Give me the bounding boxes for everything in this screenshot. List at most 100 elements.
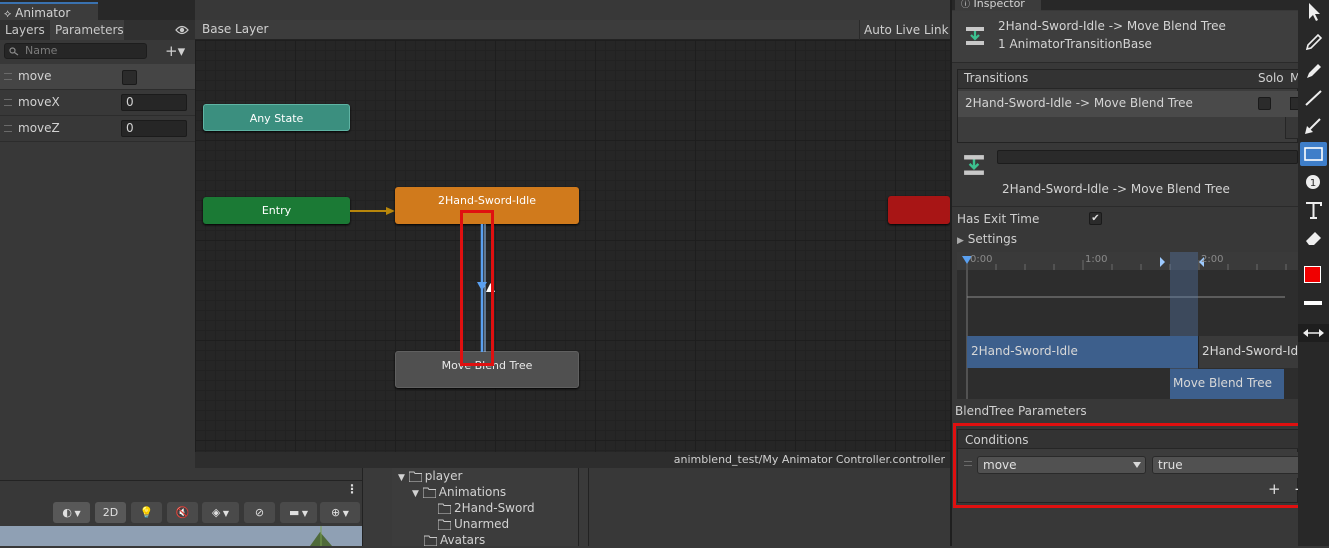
eye-slash-icon: ⊘ <box>254 506 265 519</box>
divider <box>952 206 1298 207</box>
controller-path: animblend_test/My Animator Controller.co… <box>673 453 945 466</box>
node-exit[interactable] <box>888 196 950 224</box>
marker-tool-button[interactable] <box>1300 58 1327 82</box>
parameter-bool-checkbox[interactable] <box>122 70 137 85</box>
gizmo-icon: ⊕ <box>331 506 341 519</box>
panel-divider <box>362 468 392 546</box>
chevron-down-icon: ▼ <box>340 509 349 518</box>
expand-toolbar-button[interactable] <box>1298 324 1329 342</box>
tree-item-animations[interactable]: ▼ Animations <box>392 484 578 500</box>
add-parameter-button[interactable]: +▾ <box>165 42 185 60</box>
node-any-state[interactable]: Any State <box>203 104 350 131</box>
effects-button[interactable]: ◈ ▼ <box>202 502 239 523</box>
text-icon <box>1306 202 1322 219</box>
settings-foldout[interactable]: ▶ Settings <box>957 232 1017 246</box>
search-placeholder: Name <box>25 44 58 57</box>
shading-mode-button[interactable]: ◐ ▼ <box>53 502 90 523</box>
timeline-tick-label: 1:00 <box>1085 254 1108 265</box>
scene-tabbar <box>0 480 362 500</box>
tab-parameters[interactable]: Parameters <box>50 20 124 40</box>
project-scrollbar[interactable] <box>578 468 588 546</box>
timeline-tick-label: 0:00 <box>970 254 993 265</box>
pencil-icon <box>1305 33 1323 51</box>
gizmos-button[interactable]: ⊕ ▼ <box>320 502 360 523</box>
chevron-down-icon[interactable]: ▼ <box>398 473 405 483</box>
parameter-row-move[interactable]: move <box>0 64 195 90</box>
color-picker-button[interactable] <box>1304 266 1321 283</box>
inspector-tab-label: Inspector <box>973 0 1025 10</box>
chevron-down-icon: ▼ <box>71 509 81 518</box>
tree-item-label: Unarmed <box>454 517 510 531</box>
parameter-name: move <box>18 69 52 83</box>
chevron-down-icon: ▼ <box>299 509 309 518</box>
parameter-float-field[interactable]: 0 <box>121 120 187 137</box>
mute-icon: 🔇 <box>175 506 190 519</box>
camera-button[interactable]: ▬ ▼ <box>280 502 317 523</box>
transition-name-label: 2Hand-Sword-Idle -> Move Blend Tree <box>1002 182 1230 196</box>
chevron-down-icon[interactable]: ▼ <box>412 489 419 499</box>
text-tool-button[interactable] <box>1300 198 1327 222</box>
2d-toggle-button[interactable]: 2D <box>95 502 126 523</box>
swap-arrows-icon <box>1303 329 1324 337</box>
transitions-footer <box>1285 117 1298 139</box>
svg-text:1: 1 <box>1310 178 1316 189</box>
tree-item-2hand-sword[interactable]: 2Hand-Sword <box>392 500 578 516</box>
cursor-icon <box>1309 3 1320 21</box>
state-machine-graph[interactable] <box>195 40 950 452</box>
entry-transition-arrow[interactable] <box>350 205 396 217</box>
arrow-tool-button[interactable] <box>1300 114 1327 138</box>
search-icon <box>9 47 19 56</box>
animator-tab-icon: ⟡ <box>4 7 12 20</box>
drag-handle-icon[interactable] <box>4 125 12 132</box>
rectangle-tool-button[interactable] <box>1300 142 1327 166</box>
scene-viewport[interactable] <box>0 526 362 546</box>
hidden-objects-button[interactable]: ⊘ <box>244 502 275 523</box>
select-tool-button[interactable] <box>1300 0 1327 24</box>
inspector-tab[interactable]: ⓘ Inspector <box>955 0 1041 11</box>
eraser-icon <box>1306 232 1321 245</box>
line-tool-button[interactable] <box>1300 86 1327 110</box>
tree-item-player[interactable]: ▼ player <box>392 468 578 484</box>
auto-live-link-button[interactable]: Auto Live Link <box>859 20 953 40</box>
source-clip-label: 2Hand-Sword-Idle <box>971 344 1078 358</box>
folder-open-icon <box>408 471 422 482</box>
search-input[interactable]: Name <box>4 43 147 59</box>
graph-header <box>195 20 950 40</box>
more-options-icon[interactable]: ⋮ <box>346 482 358 496</box>
source-clip-repeat-label: 2Hand-Sword-Idle <box>1202 344 1309 358</box>
tree-item-label: 2Hand-Sword <box>454 501 535 515</box>
node-entry[interactable]: Entry <box>203 197 350 224</box>
eye-icon[interactable] <box>175 24 189 36</box>
drag-handle-icon[interactable] <box>4 99 12 106</box>
folder-icon <box>438 519 451 530</box>
parameter-name: moveZ <box>18 121 60 135</box>
eraser-tool-button[interactable] <box>1300 226 1327 250</box>
pencil-tool-button[interactable] <box>1300 30 1327 54</box>
arrow-icon <box>1305 118 1321 134</box>
audio-toggle-button[interactable]: 🔇 <box>167 502 198 523</box>
has-exit-time-label: Has Exit Time <box>957 212 1040 226</box>
info-icon: ⓘ <box>961 0 971 10</box>
parameter-row-movex[interactable]: moveX 0 <box>0 90 195 116</box>
tree-item-unarmed[interactable]: Unarmed <box>392 516 578 532</box>
chevron-down-icon: ▼ <box>220 509 230 518</box>
parameter-float-field[interactable]: 0 <box>121 94 187 111</box>
animator-tab[interactable]: ⟡ Animator <box>0 2 98 20</box>
sphere-icon: ◐ <box>62 506 72 519</box>
has-exit-time-checkbox[interactable]: ✔ <box>1089 212 1102 225</box>
blendtree-parameters-label: BlendTree Parameters <box>955 404 1087 418</box>
transition-name-field[interactable] <box>997 150 1298 164</box>
settings-label: Settings <box>967 232 1017 246</box>
breadcrumb[interactable]: Base Layer <box>202 22 269 36</box>
step-number-tool-button[interactable]: 1 <box>1300 170 1327 194</box>
tree-item-label: player <box>424 469 463 483</box>
solo-checkbox[interactable] <box>1258 97 1271 110</box>
conditions-highlight-box <box>953 423 1329 508</box>
camera-icon: ▬ <box>288 506 300 519</box>
lighting-toggle-button[interactable]: 💡 <box>131 502 162 523</box>
stroke-width-button[interactable] <box>1304 301 1322 305</box>
tab-layers[interactable]: Layers <box>0 20 50 40</box>
drag-handle-icon[interactable] <box>4 73 12 80</box>
project-folder-tree: ▼ player ▼ Animations 2Hand-Sword Unarme… <box>392 468 578 547</box>
parameter-row-movez[interactable]: moveZ 0 <box>0 116 195 142</box>
